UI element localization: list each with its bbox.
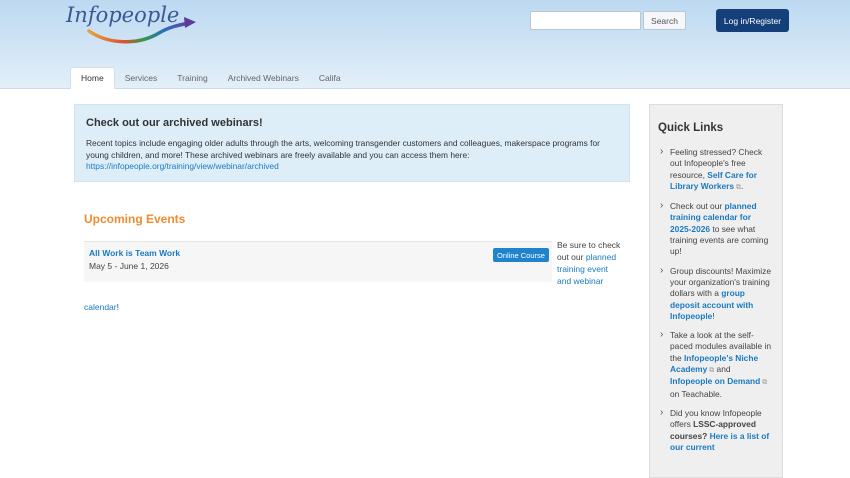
archived-webinars-link[interactable]: https://infopeople.org/training/view/web…	[86, 161, 279, 171]
online-course-badge[interactable]: Online Course	[493, 248, 549, 262]
ql-text: and	[714, 364, 731, 375]
archived-webinars-callout: Check out our archived webinars! Recent …	[74, 104, 630, 182]
logo-swoosh-icon	[87, 17, 196, 44]
callout-title: Check out our archived webinars!	[86, 117, 263, 129]
tab-califa[interactable]: Califa	[309, 67, 351, 89]
quick-links-title: Quick Links	[658, 122, 724, 134]
external-link-icon: ⧉	[760, 379, 768, 387]
ql-text: on Teachable.	[670, 388, 722, 399]
quick-links-sidebar: Quick Links Feeling stressed? Check out …	[649, 104, 783, 478]
calendar-link-end[interactable]: calendar	[84, 302, 117, 312]
quick-link-item: Check out our planned training calendar …	[658, 200, 774, 257]
tab-archived-webinars[interactable]: Archived Webinars	[218, 67, 309, 89]
calendar-note: Be sure to check out our planned trainin…	[557, 239, 623, 287]
calendar-suffix: !	[116, 302, 119, 312]
ql-text: .	[741, 180, 744, 191]
callout-body: Recent topics include engaging older adu…	[86, 138, 618, 173]
quick-link-item: Did you know Infopeople offers LSSC-appr…	[658, 407, 774, 453]
tab-training[interactable]: Training	[167, 67, 217, 89]
calendar-link-tail: calendar!	[84, 302, 119, 312]
event-card: All Work is Team Work May 5 - June 1, 20…	[84, 241, 552, 282]
ql-text: !	[712, 310, 715, 321]
infopeople-on-demand-link[interactable]: Infopeople on Demand	[670, 376, 760, 386]
search-button[interactable]: Search	[643, 11, 686, 30]
ql-link-text: Infopeople on Demand	[670, 376, 761, 387]
external-link-icon: ⧉	[734, 183, 742, 191]
quick-link-item: Take a look at the self-paced modules av…	[658, 329, 774, 400]
event-date: May 5 - June 1, 2026	[89, 261, 169, 271]
upcoming-events-heading: Upcoming Events	[84, 212, 186, 226]
quick-link-item: Feeling stressed? Check out Infopeople's…	[658, 146, 774, 193]
ql-text: Check out our	[670, 201, 725, 212]
quick-link-item: Group discounts! Maximize your organizat…	[658, 265, 774, 322]
tab-home[interactable]: Home	[70, 67, 115, 89]
login-register-button[interactable]: Log in/Register	[716, 9, 789, 32]
tab-services[interactable]: Services	[115, 67, 168, 89]
callout-text: Recent topics include engaging older adu…	[86, 138, 600, 160]
main-nav: Home Services Training Archived Webinars…	[70, 67, 351, 89]
search-input[interactable]	[530, 11, 641, 30]
site-header: Infopeople Search Log in/Register Home S…	[0, 0, 850, 89]
event-title-link[interactable]: All Work is Team Work	[89, 248, 547, 258]
infopeople-logo[interactable]: Infopeople	[66, 3, 206, 47]
